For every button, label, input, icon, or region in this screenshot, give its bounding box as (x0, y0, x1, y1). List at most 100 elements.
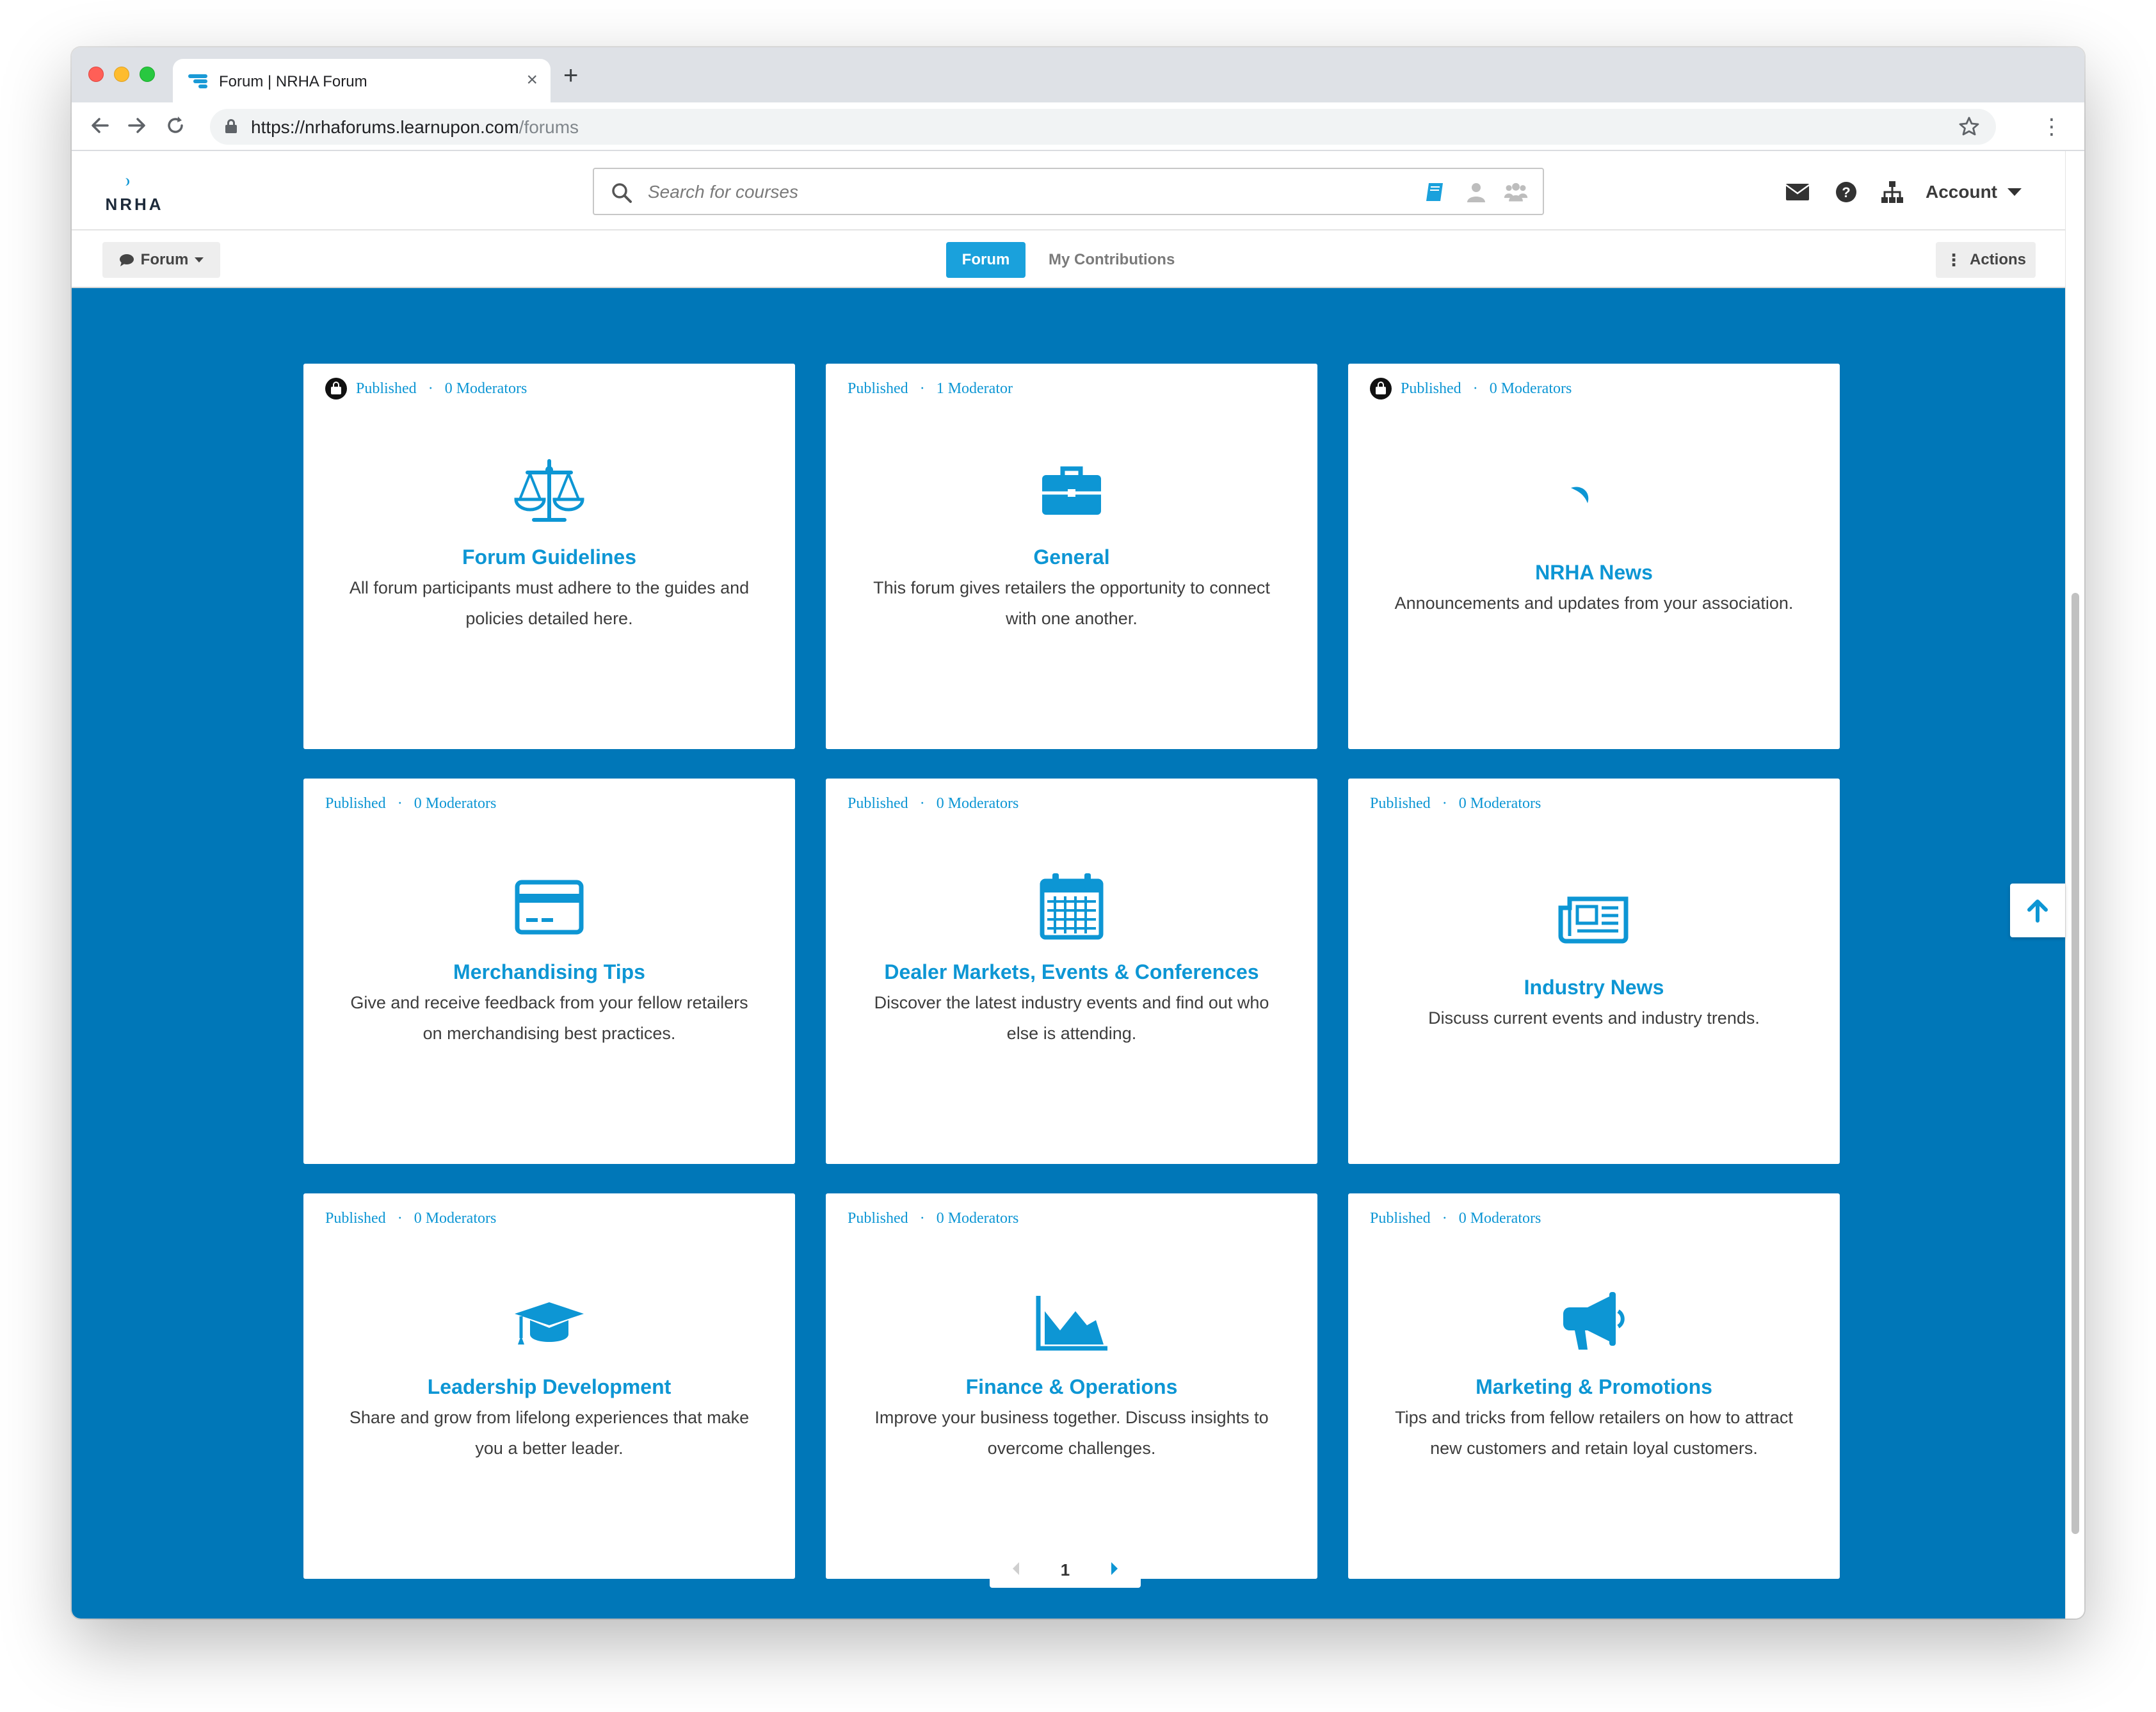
forum-card-meta: Published · 0 Moderators (325, 1207, 496, 1229)
browser-tab[interactable]: Forum | NRHA Forum × (173, 59, 551, 102)
svg-text:?: ? (1842, 184, 1850, 200)
sitemap-icon[interactable] (1879, 179, 1905, 205)
moderator-count[interactable]: 0 Moderators (937, 795, 1019, 812)
close-window-button[interactable] (88, 67, 104, 82)
next-page-icon[interactable] (1111, 1562, 1118, 1575)
moderator-count[interactable]: 0 Moderators (414, 1210, 497, 1227)
forum-dropdown[interactable]: Forum (102, 242, 220, 278)
moderator-count[interactable]: 0 Moderators (414, 795, 497, 812)
forward-arrow-icon[interactable] (125, 113, 149, 138)
megaphone-icon (1556, 1286, 1632, 1357)
meta-separator: · (919, 795, 925, 812)
bookmark-star-icon[interactable] (1958, 114, 1981, 140)
browser-tab-bar: Forum | NRHA Forum × + (72, 47, 2084, 102)
area-chart-icon (1033, 1286, 1110, 1357)
graduation-cap-icon (511, 1286, 588, 1357)
forum-card[interactable]: Published · 0 Moderators Forum Guideline… (303, 364, 795, 749)
back-to-top-button[interactable] (2010, 884, 2065, 937)
vertical-dots-icon: ⋮ (1945, 250, 1962, 270)
back-arrow-icon[interactable] (88, 113, 111, 138)
moderator-count[interactable]: 0 Moderators (1459, 1210, 1541, 1227)
meta-separator: · (428, 380, 433, 397)
reload-icon[interactable] (164, 113, 187, 138)
forum-card[interactable]: Published · 0 Moderators Industry News D… (1348, 779, 1840, 1164)
course-search[interactable] (593, 168, 1544, 215)
moderator-count[interactable]: 0 Moderators (937, 1210, 1019, 1227)
speech-bubble-icon (119, 254, 134, 266)
calendar-icon (1033, 871, 1110, 942)
tab-close-icon[interactable]: × (526, 70, 538, 90)
forum-card-meta: Published · 0 Moderators (848, 1207, 1018, 1229)
forum-card[interactable]: Published · 0 Moderators Marketing & Pro… (1348, 1193, 1840, 1579)
forum-card-title[interactable]: Finance & Operations (826, 1375, 1317, 1399)
mail-icon[interactable] (1785, 179, 1810, 205)
account-menu[interactable]: Account (1926, 179, 2022, 205)
meta-separator: · (919, 1209, 925, 1227)
scrollbar-thumb[interactable] (2072, 593, 2079, 1534)
tab-title: Forum | NRHA Forum (219, 73, 367, 90)
forum-card-title[interactable]: Merchandising Tips (303, 960, 795, 984)
forum-card-title[interactable]: Forum Guidelines (303, 545, 795, 569)
forum-card[interactable]: Published · 0 Moderators Dealer Markets,… (826, 779, 1317, 1164)
tab-forum[interactable]: Forum (946, 242, 1026, 278)
nrha-logo[interactable]: NRHA (102, 172, 166, 216)
secure-lock-icon (225, 119, 237, 133)
forum-card[interactable]: Published · 1 Moderator General This for… (826, 364, 1317, 749)
forum-card-title[interactable]: Leadership Development (303, 1375, 795, 1399)
forum-card-meta: Published · 0 Moderators (1370, 1207, 1541, 1229)
course-book-filter-icon[interactable] (1422, 179, 1448, 205)
url-text: https://nrhaforums.learnupon.com/forums (251, 117, 579, 137)
minimize-window-button[interactable] (114, 67, 129, 82)
zoom-window-button[interactable] (140, 67, 155, 82)
moderator-count[interactable]: 1 Moderator (937, 380, 1013, 398)
forum-subnav: Forum Forum My Contributions ⋮ Actions (72, 230, 2065, 288)
meta-separator: · (1442, 1209, 1447, 1227)
briefcase-icon (1033, 456, 1110, 528)
moderator-count[interactable]: 0 Moderators (1459, 795, 1541, 812)
scrollbar[interactable] (2065, 151, 2084, 1619)
pagination: 1 (990, 1552, 1141, 1588)
actions-label: Actions (1969, 251, 2026, 268)
logo-text: NRHA (105, 195, 164, 214)
search-input[interactable] (648, 181, 1352, 204)
credit-card-icon (511, 871, 588, 942)
user-filter-icon[interactable] (1463, 179, 1489, 205)
address-bar[interactable]: https://nrhaforums.learnupon.com/forums (210, 109, 1996, 145)
moderator-count[interactable]: 0 Moderators (1490, 380, 1572, 398)
forum-card-meta: Published · 0 Moderators (325, 378, 527, 400)
browser-toolbar: https://nrhaforums.learnupon.com/forums … (72, 102, 2084, 151)
forum-card-title[interactable]: Industry News (1348, 976, 1840, 999)
forum-card-description: All forum participants must adhere to th… (349, 578, 750, 628)
new-tab-button[interactable]: + (563, 63, 578, 88)
forum-card-meta: Published · 0 Moderators (1370, 793, 1541, 814)
forum-card-title[interactable]: Marketing & Promotions (1348, 1375, 1840, 1399)
actions-button[interactable]: ⋮ Actions (1936, 242, 2036, 278)
newspaper-icon (1556, 881, 1632, 953)
forum-card[interactable]: Published · 0 Moderators Finance & Opera… (826, 1193, 1317, 1579)
status-badge: Published (848, 1209, 908, 1227)
help-icon[interactable]: ? (1833, 179, 1859, 205)
forum-card-meta: Published · 0 Moderators (848, 793, 1018, 814)
forum-card-title[interactable]: NRHA News (1348, 561, 1840, 585)
forum-card[interactable]: Published · 0 Moderators Leadership Deve… (303, 1193, 795, 1579)
forum-card-title[interactable]: General (826, 545, 1317, 569)
moderator-count[interactable]: 0 Moderators (445, 380, 527, 398)
status-badge: Published (325, 1209, 386, 1227)
lock-icon (325, 378, 347, 400)
forum-card-title[interactable]: Dealer Markets, Events & Conferences (826, 960, 1317, 984)
forum-card-description: Share and grow from lifelong experiences… (349, 1408, 750, 1458)
forum-card[interactable]: Published · 0 Moderators NRHA News Annou… (1348, 364, 1840, 749)
tab-my-contributions[interactable]: My Contributions (1049, 242, 1175, 278)
forum-card-meta: Published · 0 Moderators (1370, 378, 1572, 400)
forum-card-description: Announcements and updates from your asso… (1394, 594, 1794, 613)
meta-separator: · (397, 795, 403, 812)
status-badge: Published (848, 795, 908, 812)
caret-down-icon (2007, 188, 2022, 196)
browser-menu-icon[interactable]: ⋮ (2041, 114, 2063, 140)
current-page-number[interactable]: 1 (990, 1552, 1141, 1588)
learnupon-favicon-icon (188, 74, 207, 88)
page-content: NRHA Search for courses ? Account Forum … (72, 151, 2065, 1619)
forum-card[interactable]: Published · 0 Moderators Merchandising T… (303, 779, 795, 1164)
group-filter-icon[interactable] (1503, 179, 1529, 205)
status-badge: Published (1401, 380, 1461, 397)
